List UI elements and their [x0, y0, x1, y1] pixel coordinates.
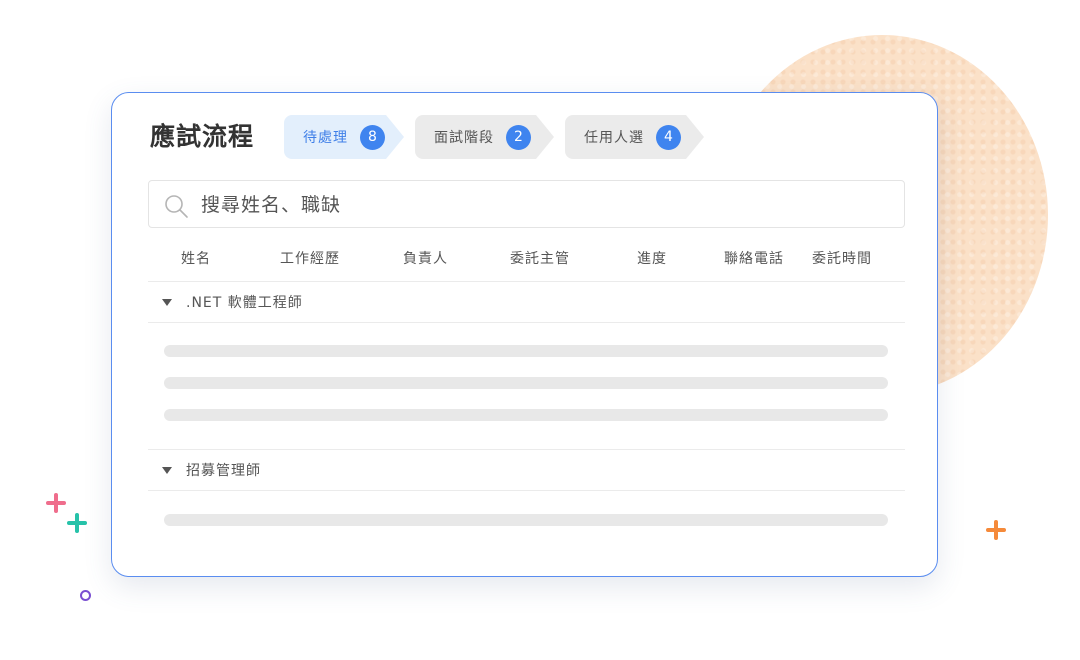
divider: [148, 322, 905, 323]
page-title: 應試流程: [150, 122, 255, 151]
tab-pending[interactable]: 待處理 8: [284, 115, 404, 159]
group-row-dotnet-engineer[interactable]: .NET 軟體工程師: [162, 292, 303, 312]
group-label: .NET 軟體工程師: [186, 295, 303, 311]
tab-label: 面試階段: [434, 130, 494, 146]
divider: [148, 449, 905, 450]
column-header-progress[interactable]: 進度: [637, 248, 667, 268]
decorative-plus-icon: [67, 513, 87, 533]
count-badge: 2: [506, 125, 531, 150]
column-header-request-date[interactable]: 委託時間: [812, 248, 872, 268]
decorative-plus-icon: [46, 493, 66, 513]
loading-placeholder: [164, 345, 888, 357]
group-label: 招募管理師: [186, 463, 261, 479]
group-row-recruiting-manager[interactable]: 招募管理師: [162, 460, 261, 480]
count-badge: 4: [656, 125, 681, 150]
caret-down-icon: [162, 298, 172, 306]
tab-interview-stage[interactable]: 面試階段 2: [415, 115, 554, 159]
divider: [148, 490, 905, 491]
column-header-owner[interactable]: 負責人: [403, 248, 448, 268]
decorative-plus-icon: [986, 520, 1006, 540]
tab-hired-candidates[interactable]: 任用人選 4: [565, 115, 704, 159]
loading-placeholder: [164, 409, 888, 421]
tab-label: 待處理: [303, 130, 348, 146]
divider: [148, 281, 905, 282]
column-header-work-experience[interactable]: 工作經歷: [280, 248, 340, 268]
column-header-name[interactable]: 姓名: [181, 248, 211, 268]
decorative-ring-icon: [80, 590, 91, 601]
loading-placeholder: [164, 514, 888, 526]
column-header-phone[interactable]: 聯絡電話: [724, 248, 784, 268]
interview-pipeline-card: 應試流程 待處理 8 面試階段 2 任用人選 4 姓名 工作經歷 負責人 委託主…: [111, 92, 938, 577]
search-input[interactable]: [199, 189, 893, 221]
search-icon: [165, 195, 188, 218]
caret-down-icon: [162, 466, 172, 474]
tab-label: 任用人選: [584, 130, 644, 146]
count-badge: 8: [360, 125, 385, 150]
search-box: [148, 180, 905, 228]
column-header-hiring-manager[interactable]: 委託主管: [510, 248, 570, 268]
loading-placeholder: [164, 377, 888, 389]
